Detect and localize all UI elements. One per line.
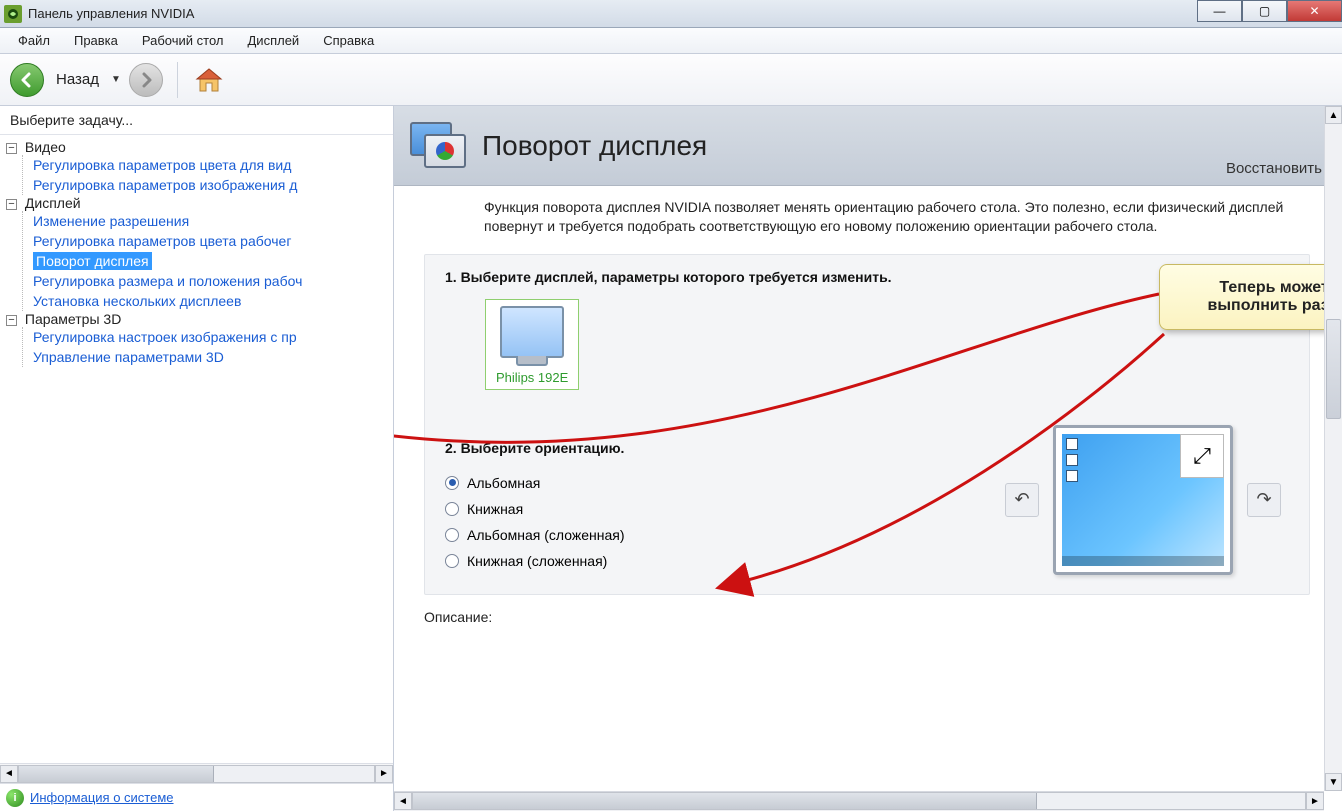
toolbar-separator <box>177 62 178 98</box>
restore-defaults-link[interactable]: Восстановить <box>1226 160 1322 177</box>
menu-desktop[interactable]: Рабочий стол <box>132 30 234 51</box>
window-controls: — ▢ ✕ <box>1197 0 1342 22</box>
system-info-link[interactable]: Информация о системе <box>30 790 174 805</box>
maximize-button[interactable]: ▢ <box>1242 0 1287 22</box>
display-name: Philips 192E <box>496 370 568 385</box>
vscroll-down-icon[interactable]: ▼ <box>1325 773 1342 791</box>
orientation-preview: ↶ ⤢ ↷ <box>1005 425 1281 575</box>
preview-monitor: ⤢ <box>1053 425 1233 575</box>
tree-toggle-3d[interactable]: − <box>6 315 17 326</box>
radio-portrait-label: Книжная <box>467 501 523 517</box>
tree-item-rotate-display[interactable]: Поворот дисплея <box>33 252 152 270</box>
main-panel: Поворот дисплея Восстановить Функция пов… <box>394 106 1342 811</box>
vscroll-up-icon[interactable]: ▲ <box>1325 106 1342 124</box>
tree-item-desktop-size-position[interactable]: Регулировка размера и положения рабоч <box>33 273 302 289</box>
back-label: Назад <box>56 71 99 88</box>
close-button[interactable]: ✕ <box>1287 0 1342 22</box>
main-hscroll-left-icon[interactable]: ◄ <box>394 792 412 810</box>
hscroll-right-icon[interactable]: ► <box>375 765 393 783</box>
hscroll-thumb[interactable] <box>19 766 214 782</box>
radio-landscape-flipped[interactable] <box>445 528 459 542</box>
main-hscrollbar[interactable]: ◄ ► <box>394 791 1324 811</box>
menu-display[interactable]: Дисплей <box>238 30 310 51</box>
tree-item-3d-image-settings[interactable]: Регулировка настроек изображения с пр <box>33 329 297 345</box>
menu-bar: Файл Правка Рабочий стол Дисплей Справка <box>0 28 1342 54</box>
main-body: Функция поворота дисплея NVIDIA позволяе… <box>394 186 1324 791</box>
tree-category-video[interactable]: Видео <box>25 139 66 155</box>
tree-category-display[interactable]: Дисплей <box>25 195 81 211</box>
window-title: Панель управления NVIDIA <box>28 6 194 21</box>
description-label: Описание: <box>424 609 1324 625</box>
rotate-ccw-button[interactable]: ↶ <box>1005 483 1039 517</box>
radio-portrait-flipped-label: Книжная (сложенная) <box>467 553 607 569</box>
menu-edit[interactable]: Правка <box>64 30 128 51</box>
tree-item-video-color[interactable]: Регулировка параметров цвета для вид <box>33 157 291 173</box>
radio-portrait-flipped[interactable] <box>445 554 459 568</box>
rotate-overlay-icon: ⤢ <box>1180 434 1224 478</box>
tree-toggle-display[interactable]: − <box>6 199 17 210</box>
rotate-cw-button[interactable]: ↷ <box>1247 483 1281 517</box>
radio-landscape-label: Альбомная <box>467 475 540 491</box>
main-hscroll-right-icon[interactable]: ► <box>1306 792 1324 810</box>
toolbar: Назад ▼ <box>0 54 1342 106</box>
tree-toggle-video[interactable]: − <box>6 143 17 154</box>
title-bar: Панель управления NVIDIA — ▢ ✕ <box>0 0 1342 28</box>
tree-item-video-image[interactable]: Регулировка параметров изображения д <box>33 177 297 193</box>
page-description: Функция поворота дисплея NVIDIA позволяе… <box>394 198 1324 236</box>
radio-landscape[interactable] <box>445 476 459 490</box>
menu-file[interactable]: Файл <box>8 30 60 51</box>
tree-item-manage-3d[interactable]: Управление параметрами 3D <box>33 349 224 365</box>
radio-landscape-flipped-label: Альбомная (сложенная) <box>467 527 624 543</box>
main-hscroll-track[interactable] <box>412 792 1306 810</box>
tree-category-3d[interactable]: Параметры 3D <box>25 311 121 327</box>
system-info-icon: i <box>6 789 24 807</box>
tree-item-multiple-displays[interactable]: Установка нескольких дисплеев <box>33 293 241 309</box>
page-header-icon <box>410 120 468 172</box>
vscroll-track[interactable] <box>1325 124 1342 773</box>
task-tree: − Видео Регулировка параметров цвета для… <box>0 135 393 763</box>
back-dropdown-icon[interactable]: ▼ <box>111 74 121 85</box>
menu-help[interactable]: Справка <box>313 30 384 51</box>
sidebar-footer: i Информация о системе <box>0 783 393 811</box>
sidebar-hscrollbar[interactable]: ◄ ► <box>0 763 393 783</box>
radio-portrait[interactable] <box>445 502 459 516</box>
hscroll-left-icon[interactable]: ◄ <box>0 765 18 783</box>
page-title: Поворот дисплея <box>482 130 707 162</box>
home-button[interactable] <box>192 63 226 97</box>
nvidia-app-icon <box>4 5 22 23</box>
forward-button[interactable] <box>129 63 163 97</box>
vscroll-thumb[interactable] <box>1326 319 1341 419</box>
task-sidebar: Выберите задачу... − Видео Регулировка п… <box>0 106 394 811</box>
minimize-button[interactable]: — <box>1197 0 1242 22</box>
task-header: Выберите задачу... <box>0 106 393 135</box>
hscroll-track[interactable] <box>18 765 375 783</box>
tree-item-change-resolution[interactable]: Изменение разрешения <box>33 213 189 229</box>
tree-item-desktop-color[interactable]: Регулировка параметров цвета рабочег <box>33 233 291 249</box>
main-hscroll-thumb[interactable] <box>413 793 1037 809</box>
back-button[interactable] <box>10 63 44 97</box>
tutorial-callout: Теперь можете с легкостью выполнить разв… <box>1159 264 1324 330</box>
page-header: Поворот дисплея Восстановить <box>394 106 1342 186</box>
main-vscrollbar[interactable]: ▲ ▼ <box>1324 106 1342 791</box>
display-item[interactable]: Philips 192E <box>485 299 579 390</box>
monitor-icon <box>500 306 564 358</box>
